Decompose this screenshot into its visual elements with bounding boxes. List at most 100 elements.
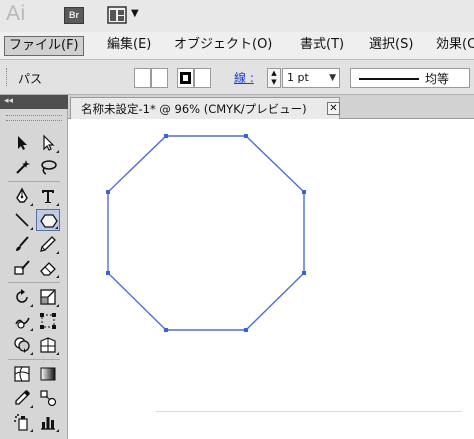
anchor-point[interactable] [244, 134, 248, 138]
anchor-point[interactable] [302, 271, 306, 275]
panel-grip[interactable] [6, 68, 9, 86]
eraser-tool[interactable] [36, 257, 60, 279]
column-graph-tool[interactable] [36, 411, 60, 433]
blob-brush-icon [14, 260, 30, 275]
tool-flyout-indicator [56, 429, 59, 432]
selection-tool[interactable] [10, 132, 34, 154]
stroke-dropdown[interactable] [194, 68, 211, 88]
paintbrush-icon [16, 236, 29, 251]
tools-panel: ◂◂ [0, 95, 68, 439]
lasso-icon [41, 160, 57, 175]
tool-flyout-indicator [55, 226, 58, 229]
octagon-shape[interactable] [107, 135, 305, 331]
tool-separator [8, 282, 60, 283]
mesh-icon [14, 366, 30, 382]
anchor-point[interactable] [106, 190, 110, 194]
arrange-dropdown-arrow-icon[interactable]: ▼ [131, 8, 139, 19]
stroke-label-link[interactable]: 線 : [234, 69, 254, 86]
tool-flyout-indicator [56, 251, 59, 254]
symbol-sprayer-tool[interactable] [10, 411, 34, 433]
profile-label: 均等 [425, 72, 450, 86]
layout-grid-icon [107, 6, 127, 24]
anchor-point[interactable] [244, 328, 248, 332]
selection-type-label: パス [18, 72, 43, 86]
close-document-icon[interactable]: ✕ [327, 102, 340, 115]
tool-flyout-indicator [56, 352, 59, 355]
type-t-icon [42, 190, 54, 203]
eyedropper-tool[interactable] [10, 387, 34, 409]
blend-tool[interactable] [36, 387, 60, 409]
perspective-grid-icon [40, 337, 56, 353]
selection-arrow-icon [18, 136, 27, 150]
scale-tool[interactable] [36, 286, 60, 308]
control-panel: パス 線 : ▲ ▼ 1 pt ▼ 均等 [0, 60, 474, 95]
tool-flyout-indicator [30, 352, 33, 355]
gradient-tool[interactable] [36, 363, 60, 385]
free-transform-icon [40, 313, 56, 329]
pen-nib-icon [16, 187, 28, 203]
artboard-canvas[interactable] [68, 119, 474, 439]
anchor-points [106, 134, 306, 332]
fill-dropdown[interactable] [151, 68, 168, 88]
document-title: 名称未設定-1* @ 96% (CMYK/プレビュー) [81, 102, 307, 116]
magic-wand-tool[interactable] [10, 156, 34, 178]
free-transform-tool[interactable] [36, 310, 60, 332]
paintbrush-tool[interactable] [10, 233, 34, 255]
tool-flyout-indicator [30, 203, 33, 206]
chevron-down-icon[interactable]: ▼ [329, 69, 336, 87]
eraser-icon [40, 262, 56, 276]
collapse-panel-icon[interactable]: ◂◂ [4, 96, 13, 106]
document-tab[interactable]: 名称未設定-1* @ 96% (CMYK/プレビュー) ✕ [70, 97, 340, 119]
tools-panel-header[interactable]: ◂◂ [0, 95, 68, 109]
stroke-swatch-icon [180, 72, 191, 84]
tool-flyout-indicator [30, 227, 33, 230]
tools-panel-grip[interactable] [6, 115, 62, 121]
menu-object[interactable]: オブジェクト(O) [170, 36, 276, 56]
arrange-documents-button[interactable] [107, 6, 127, 24]
blob-brush-tool[interactable] [10, 257, 34, 279]
stroke-weight-field[interactable]: 1 pt ▼ [282, 68, 340, 88]
tool-flyout-indicator [56, 203, 59, 206]
anchor-point[interactable] [164, 134, 168, 138]
warp-tool[interactable] [10, 310, 34, 332]
application-bar: Ai Br ▼ [0, 0, 474, 32]
rotate-tool[interactable] [10, 286, 34, 308]
illustrator-logo: Ai [6, 2, 26, 25]
menu-select[interactable]: 選択(S) [365, 36, 417, 56]
perspective-grid-tool[interactable] [36, 334, 60, 356]
tool-flyout-indicator [56, 275, 59, 278]
rotate-icon [16, 289, 28, 303]
tool-flyout-indicator [56, 150, 59, 153]
tool-flyout-indicator [56, 304, 59, 307]
magic-wand-icon [16, 160, 30, 174]
anchor-point[interactable] [106, 271, 110, 275]
fill-swatch[interactable] [134, 68, 151, 88]
type-tool[interactable] [36, 185, 60, 207]
menu-type[interactable]: 書式(T) [296, 36, 348, 56]
mesh-tool[interactable] [10, 363, 34, 385]
eyedropper-icon [15, 390, 30, 405]
gradient-icon [40, 367, 56, 381]
pencil-tool[interactable] [36, 233, 60, 255]
variable-width-profile[interactable]: 均等 [350, 68, 470, 88]
anchor-point[interactable] [302, 190, 306, 194]
shape-builder-tool[interactable] [10, 334, 34, 356]
line-segment-tool[interactable] [10, 209, 34, 231]
anchor-point[interactable] [164, 328, 168, 332]
tool-separator [8, 181, 60, 182]
tool-flyout-indicator [30, 405, 33, 408]
tool-flyout-indicator [30, 328, 33, 331]
lasso-tool[interactable] [36, 156, 60, 178]
menu-edit[interactable]: 編集(E) [103, 36, 155, 56]
line-segment-icon [15, 213, 29, 227]
menu-file[interactable]: ファイル(F) [4, 36, 84, 56]
bridge-button[interactable]: Br [64, 7, 84, 24]
menu-effect[interactable]: 効果(C) [432, 36, 474, 56]
pen-tool[interactable] [10, 185, 34, 207]
stroke-weight-value: 1 pt [287, 71, 309, 84]
polygon-tool[interactable] [36, 209, 60, 231]
tool-separator [8, 359, 60, 360]
stroke-swatch[interactable] [177, 68, 194, 88]
stroke-weight-stepper[interactable]: ▲ ▼ [267, 68, 281, 88]
direct-selection-tool[interactable] [36, 132, 60, 154]
